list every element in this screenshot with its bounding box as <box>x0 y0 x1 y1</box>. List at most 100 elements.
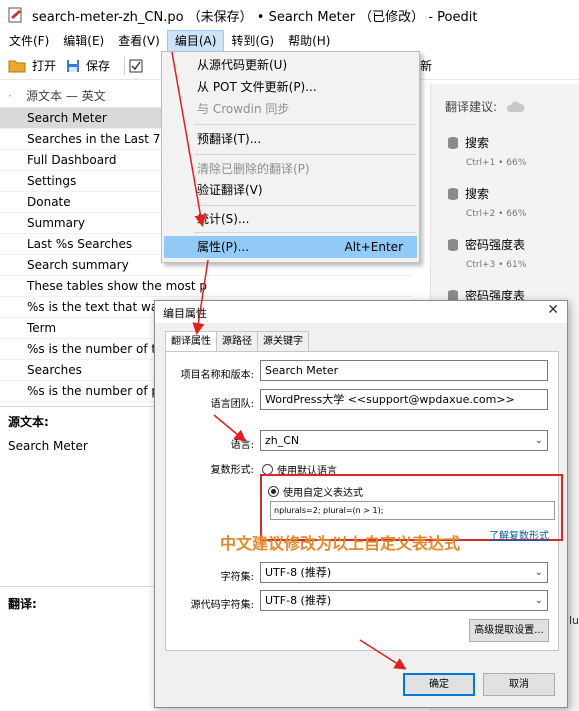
validate-button[interactable] <box>129 59 149 73</box>
list-header-label: 源文本 — 英文 <box>26 89 106 103</box>
suggestion-meta: Ctrl+2 • 66% <box>466 209 527 219</box>
dialog-tabs: 翻译属性 源路径 源关键字 <box>165 331 309 352</box>
menu-item-purge-deleted[interactable]: 清除已删除的翻译(P) <box>164 158 417 180</box>
language-value: zh_CN <box>265 434 300 447</box>
suggestion-text: 搜索 <box>465 136 490 150</box>
source-charset-label: 源代码字符集: <box>190 600 254 611</box>
advanced-extraction-button[interactable]: 高级提取设置... <box>469 619 549 642</box>
cloud-icon <box>507 101 525 112</box>
chevron-down-icon: ⌄ <box>534 435 543 446</box>
ok-button[interactable]: 确定 <box>403 673 475 696</box>
suggestion-item[interactable]: 密码强度表 Ctrl+3 • 61% <box>447 236 577 270</box>
close-icon[interactable]: ✕ <box>547 302 559 318</box>
menu-item-label: 从源代码更新(U) <box>197 58 288 72</box>
menubar: 文件(F) 编辑(E) 查看(V) 编目(A) 转到(G) 帮助(H) <box>0 30 579 52</box>
menu-item-label: 与 Crowdin 同步 <box>197 102 290 116</box>
tab-panel: 项目名称和版本: Search Meter 语言团队: WordPress大学 … <box>165 351 563 651</box>
dialog-titlebar: 编目属性 ✕ <box>155 301 567 323</box>
menu-item-update-from-pot[interactable]: 从 POT 文件更新(P)... <box>164 76 417 98</box>
poedit-app-icon <box>8 7 22 23</box>
radio-checked <box>268 486 279 497</box>
source-charset-select[interactable]: UTF-8 (推荐) ⌄ <box>260 590 548 611</box>
dialog-title: 编目属性 <box>163 307 207 320</box>
database-icon <box>448 136 458 149</box>
menu-separator <box>194 154 416 155</box>
plural-expression-input[interactable]: nplurals=2; plural=(n > 1); <box>270 501 555 520</box>
open-label: 打开 <box>32 59 57 73</box>
team-label: 语言团队: <box>210 399 254 410</box>
toolbar-right-fragment: 新 <box>420 59 433 73</box>
menu-view[interactable]: 查看(V) <box>111 30 167 52</box>
save-icon <box>67 59 80 72</box>
language-select[interactable]: zh_CN ⌄ <box>260 430 548 451</box>
menu-file[interactable]: 文件(F) <box>2 30 56 52</box>
plural-custom-radio[interactable]: 使用自定义表达式 <box>268 484 363 499</box>
suggestion-item[interactable]: 搜索 Ctrl+1 • 66% <box>447 134 577 168</box>
project-label: 项目名称和版本: <box>180 370 254 381</box>
menu-item-validate[interactable]: 验证翻译(V) <box>164 179 417 201</box>
project-field[interactable]: Search Meter <box>260 360 548 381</box>
list-header-marker: · <box>8 88 12 103</box>
suggestions-title: 翻译建议: <box>445 98 525 115</box>
language-label: 语言: <box>230 440 254 451</box>
menu-separator <box>194 205 416 206</box>
menu-item-pretranslate[interactable]: 预翻译(T)... <box>164 128 417 150</box>
suggestion-meta: Ctrl+1 • 66% <box>466 158 527 168</box>
menu-item-update-from-source[interactable]: 从源代码更新(U) <box>164 54 417 76</box>
plural-custom-label: 使用自定义表达式 <box>283 488 363 499</box>
chevron-down-icon: ⌄ <box>534 595 543 606</box>
source-text: Search Meter <box>8 439 88 453</box>
cancel-button[interactable]: 取消 <box>483 673 555 696</box>
checkbox-icon <box>129 59 143 72</box>
learn-plural-forms-link[interactable]: 了解复数形式 <box>489 527 549 542</box>
menu-item-label: 从 POT 文件更新(P)... <box>197 80 317 94</box>
menu-item-properties[interactable]: 属性(P)... Alt+Enter <box>164 236 417 258</box>
suggestion-item[interactable]: 搜索 Ctrl+2 • 66% <box>447 185 577 219</box>
team-field[interactable]: WordPress大学 <<support@wpdaxue.com>> <box>260 389 548 410</box>
folder-icon <box>8 60 26 72</box>
open-button[interactable]: 打开 <box>8 57 56 74</box>
source-charset-value: UTF-8 (推荐) <box>265 594 332 607</box>
source-label: 源文本: <box>8 415 49 429</box>
chevron-down-icon: ⌄ <box>534 567 543 578</box>
charset-select[interactable]: UTF-8 (推荐) ⌄ <box>260 562 548 583</box>
menu-item-statistics[interactable]: 统计(S)... <box>164 208 417 230</box>
menu-item-label: 清除已删除的翻译(P) <box>197 162 310 176</box>
menu-goto[interactable]: 转到(G) <box>224 30 281 52</box>
menu-help[interactable]: 帮助(H) <box>281 30 337 52</box>
catalog-properties-dialog: 编目属性 ✕ 翻译属性 源路径 源关键字 项目名称和版本: Search Met… <box>154 300 568 708</box>
tab-translation-properties[interactable]: 翻译属性 <box>165 331 217 352</box>
toolbar-separator <box>124 56 126 75</box>
menu-item-label: 预翻译(T)... <box>197 132 262 146</box>
menu-edit[interactable]: 编辑(E) <box>56 30 111 52</box>
save-label: 保存 <box>86 59 111 73</box>
annotation-text: 中文建议修改为以上自定义表达式 <box>220 534 461 553</box>
menu-item-label: 属性(P)... <box>197 240 250 254</box>
list-item[interactable]: These tables show the most p <box>0 276 412 297</box>
tab-source-paths[interactable]: 源路径 <box>216 331 258 351</box>
suggestion-text: 密码强度表 <box>465 238 526 252</box>
database-icon <box>448 187 458 200</box>
catalog-dropdown-menu: 从源代码更新(U) 从 POT 文件更新(P)... 与 Crowdin 同步 … <box>161 51 420 263</box>
menu-separator <box>194 124 416 125</box>
translation-label: 翻译: <box>8 597 37 611</box>
translation-pane[interactable]: 翻译: <box>0 586 160 711</box>
menu-item-shortcut: Alt+Enter <box>344 240 403 254</box>
menu-catalog[interactable]: 编目(A) <box>166 30 225 52</box>
suggestions-tail-text: lug <box>569 614 579 627</box>
save-button[interactable]: 保存 <box>66 57 110 74</box>
charset-label: 字符集: <box>220 572 254 583</box>
menu-separator <box>194 232 416 233</box>
suggestion-text: 搜索 <box>465 187 490 201</box>
window-title: search-meter-zh_CN.po （未保存） • Search Met… <box>32 9 478 25</box>
suggestions-title-label: 翻译建议: <box>445 100 498 114</box>
charset-value: UTF-8 (推荐) <box>265 566 332 579</box>
plural-label: 复数形式: <box>210 465 254 476</box>
window-titlebar: search-meter-zh_CN.po （未保存） • Search Met… <box>0 0 579 30</box>
suggestion-meta: Ctrl+3 • 61% <box>466 260 527 270</box>
tab-source-keywords[interactable]: 源关键字 <box>257 331 309 351</box>
menu-item-crowdin-sync[interactable]: 与 Crowdin 同步 <box>164 98 417 120</box>
database-icon <box>448 238 458 251</box>
source-pane: 源文本: Search Meter <box>0 406 160 586</box>
menu-item-label: 统计(S)... <box>197 212 250 226</box>
